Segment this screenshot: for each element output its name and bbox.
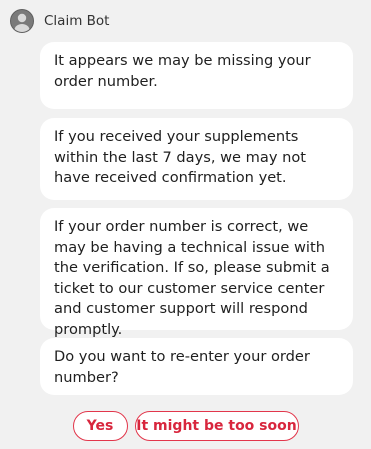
bot-name: Claim Bot (44, 13, 110, 29)
message-bubble: Do you want to re-enter your order numbe… (40, 338, 353, 395)
quick-replies: Yes It might be too soon (0, 411, 371, 441)
message-bubble: If your order number is correct, we may … (40, 208, 353, 338)
message-bubble: If you received your supplements within … (40, 118, 353, 200)
chat-window: Claim Bot It appears we may be missing y… (0, 0, 371, 449)
bot-header: Claim Bot (10, 8, 109, 34)
user-avatar-icon (10, 9, 34, 33)
yes-button[interactable]: Yes (72, 411, 128, 441)
too-soon-button[interactable]: It might be too soon (134, 411, 299, 441)
message-bubble: It appears we may be missing your order … (40, 42, 353, 109)
